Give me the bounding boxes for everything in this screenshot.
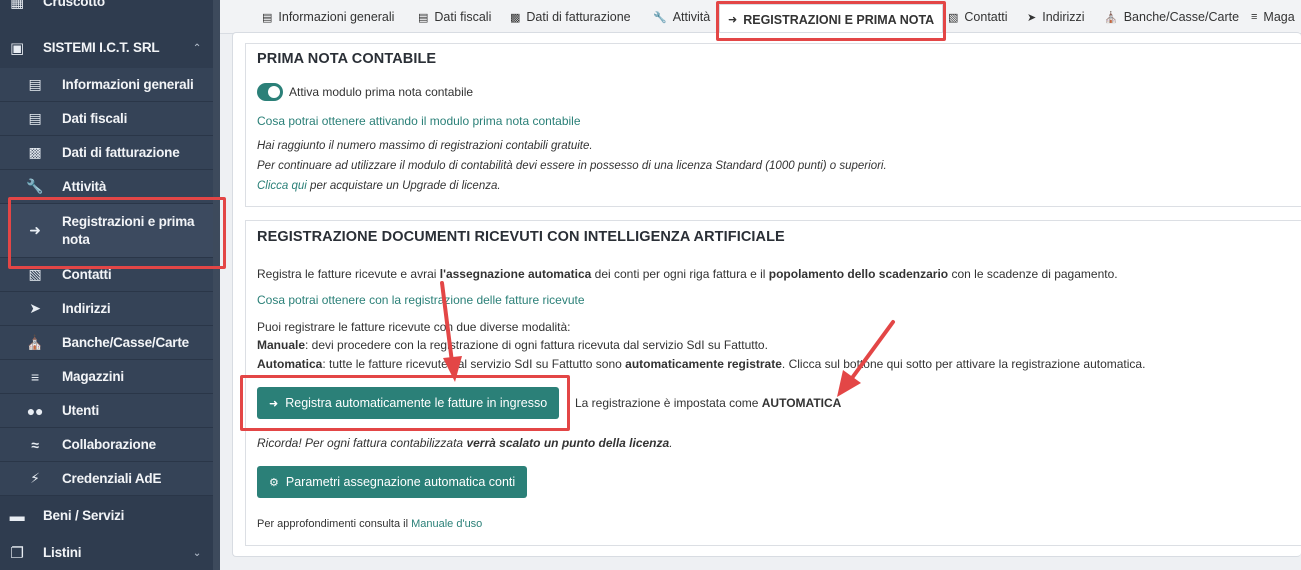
sidebar-item-dati-fatturazione[interactable]: ▩ Dati di fatturazione — [0, 136, 213, 170]
tab-contatti[interactable]: ▧ Contatti — [948, 10, 1008, 24]
cogs-icon: ⚙ — [269, 476, 279, 489]
id-card-icon: ▤ — [262, 11, 273, 24]
id-card-icon: ▤ — [28, 76, 42, 92]
auto-mode: Automatica: tutte le fatture ricevute da… — [257, 357, 1146, 371]
bank-icon: ⛪ — [1104, 11, 1118, 24]
upgrade-note: Clicca qui per acquistare un Upgrade di … — [257, 180, 501, 192]
tab-magazzini[interactable]: ≡ Maga — [1251, 10, 1295, 24]
bank-icon: ⛪ — [26, 334, 44, 350]
sidebar-item-utenti[interactable]: ●● Utenti — [0, 394, 213, 428]
handshake-icon: ≈ — [31, 436, 39, 453]
tab-registrazioni[interactable]: ➜ REGISTRAZIONI E PRIMA NOTA — [719, 4, 944, 34]
wrench-icon: 🔧 — [26, 178, 44, 194]
license-note: Per continuare ad utilizzare il modulo d… — [257, 160, 887, 172]
sidebar-item-magazzini[interactable]: ≡ Magazzini — [0, 360, 213, 394]
sidebar-item-attivita[interactable]: 🔧 Attività — [0, 170, 213, 204]
address-book-icon: ▧ — [28, 266, 42, 282]
chevron-down-icon: ⌄ — [192, 547, 201, 559]
users-icon: ●● — [26, 402, 44, 419]
sidebar-item-credenziali-ade[interactable]: ⚡ Credenziali AdE — [0, 462, 213, 496]
tab-attivita[interactable]: 🔧 Attività — [653, 10, 710, 24]
money-bill-icon: ▩ — [510, 11, 521, 24]
sidebar-item-collaborazione[interactable]: ≈ Collaborazione — [0, 428, 213, 462]
money-bill-icon: ▩ — [28, 144, 42, 160]
warehouse-icon: ≡ — [31, 368, 39, 385]
limit-note: Hai raggiunto il numero massimo di regis… — [257, 140, 593, 152]
sidebar-item-contatti[interactable]: ▧ Contatti — [0, 258, 213, 292]
sidebar-item-informazioni-generali[interactable]: ▤ Informazioni generali — [0, 68, 213, 102]
address-book-icon: ▧ — [948, 11, 959, 24]
sign-in-icon: ➜ — [29, 222, 41, 238]
toggle-label: Attiva modulo prima nota contabile — [289, 85, 474, 99]
content-card: PRIMA NOTA CONTABILE Attiva modulo prima… — [232, 32, 1301, 557]
tab-informazioni-generali[interactable]: ▤ Informazioni generali — [262, 10, 394, 24]
sidebar-item-company[interactable]: ▣ SISTEMI I.C.T. SRL ⌃ — [0, 30, 213, 66]
building-icon: ▣ — [10, 40, 24, 57]
prima-nota-toggle[interactable] — [257, 83, 283, 101]
sidebar-item-cruscotto[interactable]: ▦ Cruscotto — [0, 0, 213, 16]
sidebar-item-registrazioni[interactable]: ➜ Registrazioni e prima nota — [0, 204, 213, 258]
tab-banche[interactable]: ⛪ Banche/Casse/Carte — [1104, 10, 1239, 24]
plug-icon: ⚡ — [30, 470, 40, 486]
upgrade-link[interactable]: Clicca qui — [257, 180, 307, 192]
sidebar-item-beni-servizi[interactable]: ▬ Beni / Servizi — [0, 498, 213, 534]
sidebar-item-dati-fiscali[interactable]: ▤ Dati fiscali — [0, 102, 213, 136]
section-title: REGISTRAZIONE DOCUMENTI RICEVUTI CON INT… — [257, 229, 785, 245]
params-button[interactable]: ⚙ Parametri assegnazione automatica conti — [257, 466, 528, 498]
ai-info-link[interactable]: Cosa potrai ottenere con la registrazion… — [257, 293, 585, 307]
archive-icon: ▤ — [28, 110, 42, 126]
tab-dati-fiscali[interactable]: ▤ Dati fiscali — [418, 10, 491, 24]
shopping-basket-icon: ▬ — [9, 507, 25, 525]
archive-icon: ▤ — [418, 11, 429, 24]
sign-in-icon: ➜ — [269, 397, 279, 410]
prima-nota-info-link[interactable]: Cosa potrai ottenere attivando il modulo… — [257, 114, 581, 128]
register-auto-button[interactable]: ➜ Registra automaticamente le fatture in … — [257, 387, 560, 419]
manual-mode: Manuale: devi procedere con la registraz… — [257, 338, 768, 352]
tab-bar: ▤ Informazioni generali ▤ Dati fiscali ▩ Da… — [220, 0, 1301, 34]
section-title: PRIMA NOTA CONTABILE — [257, 51, 437, 67]
location-arrow-icon: ➤ — [1027, 11, 1037, 24]
sidebar-item-banche[interactable]: ⛪ Banche/Casse/Carte — [0, 326, 213, 360]
registration-status: La registrazione è impostata come AUTOMA… — [575, 396, 842, 410]
sidebar-item-listini[interactable]: ❐ Listini ⌄ — [0, 536, 213, 570]
copy-icon: ❐ — [10, 545, 24, 562]
sidebar: ▦ Cruscotto ▣ SISTEMI I.C.T. SRL ⌃ ▤ Inf… — [0, 0, 220, 570]
tab-dati-fatturazione[interactable]: ▩ Dati di fatturazione — [510, 10, 631, 24]
chevron-up-icon: ⌃ — [192, 42, 201, 54]
tab-indirizzi[interactable]: ➤ Indirizzi — [1027, 10, 1085, 24]
manual-link[interactable]: Manuale d'uso — [411, 518, 482, 530]
ai-intro: Registra le fatture ricevute e avrai l'a… — [257, 267, 1118, 281]
location-arrow-icon: ➤ — [29, 300, 41, 316]
modes-intro: Puoi registrare le fatture ricevute con … — [257, 320, 571, 334]
license-reminder: Ricorda! Per ogni fattura contabilizzata… — [257, 436, 673, 450]
sidebar-item-indirizzi[interactable]: ➤ Indirizzi — [0, 292, 213, 326]
section-prima-nota: PRIMA NOTA CONTABILE Attiva modulo prima… — [245, 43, 1301, 207]
section-ai-registration: REGISTRAZIONE DOCUMENTI RICEVUTI CON INT… — [245, 220, 1301, 546]
dashboard-icon: ▦ — [10, 0, 24, 11]
sidebar-scrollbar[interactable] — [213, 0, 220, 570]
warehouse-icon: ≡ — [1251, 11, 1258, 23]
wrench-icon: 🔧 — [653, 11, 667, 24]
manual-footer: Per approfondimenti consulta il Manuale … — [257, 518, 483, 530]
sign-in-icon: ➜ — [728, 14, 738, 26]
